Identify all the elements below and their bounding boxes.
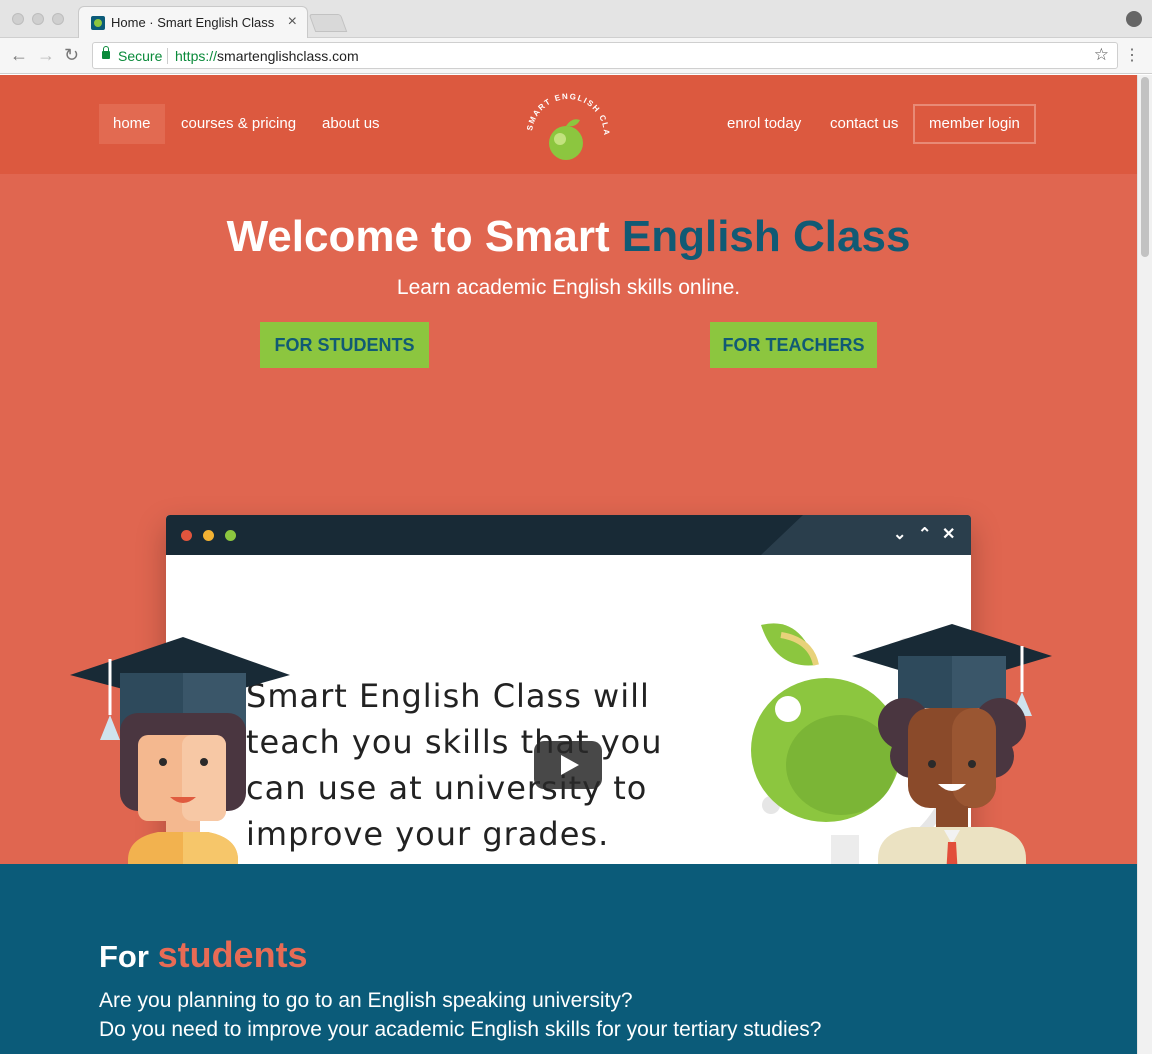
- browser-toolbar: ← → ↻ Secure https://smartenglishclass.c…: [0, 38, 1152, 74]
- tab-title: Home · Smart English Class: [111, 15, 275, 30]
- page-viewport: home courses & pricing about us SMART EN…: [0, 75, 1137, 1054]
- site-logo[interactable]: SMART ENGLISH CLASS: [520, 83, 616, 169]
- hero-welcome: Welcome to: [226, 212, 485, 261]
- green-dot-icon: [225, 530, 236, 541]
- students-section: For students Are you planning to go to a…: [0, 864, 1137, 1054]
- window-zoom-button[interactable]: [52, 13, 64, 25]
- hero-section: Welcome to Smart English Class Learn aca…: [0, 174, 1137, 977]
- scrollbar-thumb[interactable]: [1141, 77, 1149, 257]
- browser-tab-bar: Home · Smart English Class ×: [0, 0, 1152, 38]
- reload-icon[interactable]: ↻: [64, 44, 79, 66]
- caption-line-1: Smart English Class will: [246, 677, 650, 715]
- hero-english-class: English Class: [621, 212, 911, 261]
- video-caption: Smart English Class will teach you skill…: [246, 673, 686, 857]
- students-heading: For students: [99, 934, 308, 976]
- hero-subtitle: Learn academic English skills online.: [396, 276, 741, 299]
- nav-home[interactable]: home: [99, 104, 165, 144]
- secure-label: Secure: [118, 48, 163, 64]
- nav-member-login[interactable]: member login: [913, 104, 1036, 144]
- favicon-icon: [91, 16, 105, 30]
- video-window-bar: ⌄ ⌃ ✕: [166, 515, 971, 555]
- browser-menu-icon[interactable]: ⋮: [1124, 45, 1140, 65]
- page-scrollbar[interactable]: [1137, 75, 1152, 1054]
- hero-smart: Smart: [484, 212, 622, 261]
- yellow-dot-icon: [203, 530, 214, 541]
- students-label: students: [157, 934, 308, 975]
- students-line-2: Do you need to improve your academic Eng…: [99, 1018, 822, 1041]
- tab-close-icon[interactable]: ×: [288, 13, 297, 31]
- bookmark-star-icon[interactable]: ☆: [1094, 45, 1109, 65]
- hero-title: Welcome to Smart English Class: [0, 212, 1137, 262]
- red-dot-icon: [181, 530, 192, 541]
- omnibox-divider: [167, 48, 168, 64]
- for-teachers-button[interactable]: FOR TEACHERS: [710, 322, 877, 368]
- url-scheme: https://: [175, 48, 218, 64]
- chevron-up-icon[interactable]: ⌃: [918, 524, 931, 544]
- address-bar[interactable]: Secure https://smartenglishclass.com ☆: [92, 42, 1118, 69]
- url-text[interactable]: https://smartenglishclass.com: [175, 48, 359, 64]
- bar-stripe: [761, 515, 971, 555]
- lock-icon: [102, 46, 110, 59]
- profile-icon[interactable]: [1126, 11, 1142, 27]
- url-host: smartenglishclass.com: [217, 48, 359, 64]
- new-tab-button[interactable]: [308, 14, 348, 32]
- for-label: For: [99, 939, 158, 974]
- browser-tab[interactable]: Home · Smart English Class ×: [78, 6, 308, 38]
- chevron-down-icon[interactable]: ⌄: [893, 524, 906, 544]
- nav-about-us[interactable]: about us: [308, 104, 394, 144]
- caption-line-2: teach you skills that you: [246, 723, 663, 761]
- students-line-1: Are you planning to go to an English spe…: [99, 989, 633, 1012]
- window-close-button[interactable]: [12, 13, 24, 25]
- close-icon[interactable]: ✕: [942, 524, 955, 544]
- site-header: home courses & pricing about us SMART EN…: [0, 75, 1137, 174]
- play-button[interactable]: [534, 741, 602, 789]
- nav-enrol-today[interactable]: enrol today: [713, 104, 815, 144]
- forward-icon[interactable]: →: [37, 44, 55, 66]
- nav-courses-pricing[interactable]: courses & pricing: [167, 104, 310, 144]
- back-icon[interactable]: ←: [10, 44, 28, 66]
- for-students-button[interactable]: FOR STUDENTS: [260, 322, 429, 368]
- caption-line-3: can use at university to: [246, 769, 648, 807]
- window-minimize-button[interactable]: [32, 13, 44, 25]
- caption-line-4: improve your grades.: [246, 815, 610, 853]
- nav-contact-us[interactable]: contact us: [816, 104, 912, 144]
